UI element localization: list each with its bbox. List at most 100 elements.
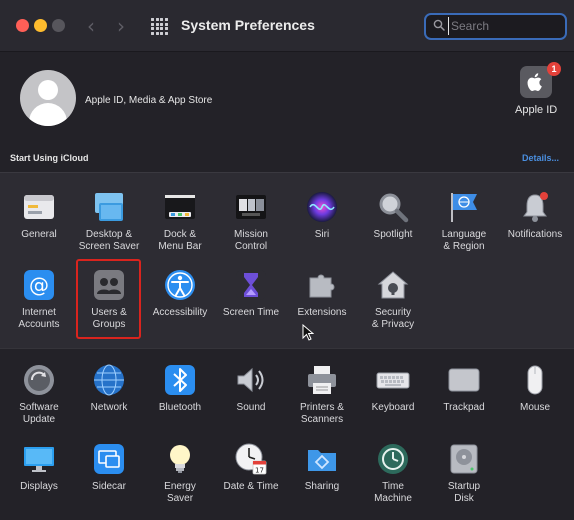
- software-update-icon: [24, 365, 54, 395]
- pref-label: Extensions: [297, 307, 347, 318]
- minimize-window-button[interactable]: [34, 19, 47, 32]
- pref-label: Desktop & Screen Saver: [78, 229, 140, 252]
- avatar[interactable]: [20, 70, 76, 126]
- pref-label: Security & Privacy: [371, 307, 415, 330]
- trackpad-icon: [448, 368, 480, 392]
- mouse-icon: [527, 365, 543, 395]
- pref-internet-accounts[interactable]: @ Internet Accounts: [3, 268, 75, 331]
- pref-general[interactable]: General: [3, 190, 75, 241]
- pref-label: Notifications: [507, 229, 563, 240]
- network-icon: [94, 364, 124, 396]
- search-field[interactable]: [424, 13, 567, 40]
- startup-disk-icon: [450, 444, 478, 474]
- sidecar-icon: [94, 444, 124, 474]
- pref-label: Mouse: [519, 402, 550, 413]
- pref-displays[interactable]: Displays: [3, 442, 75, 493]
- general-icon: [24, 195, 54, 219]
- screen-time-icon: [236, 270, 266, 300]
- accessibility-icon: [165, 270, 195, 300]
- titlebar: ‹ › System Preferences: [0, 0, 574, 52]
- pref-label: Keyboard: [371, 402, 415, 413]
- pref-label: Time Machine: [374, 481, 412, 504]
- sharing-icon: [308, 450, 336, 471]
- sound-icon: [237, 367, 264, 393]
- pref-mission-control[interactable]: Mission Control: [215, 190, 287, 253]
- pref-language-region[interactable]: Language & Region: [428, 190, 500, 253]
- pref-startup-disk[interactable]: Startup Disk: [428, 442, 500, 505]
- pref-label: Bluetooth: [158, 402, 202, 413]
- printers-icon: [308, 366, 336, 394]
- pref-trackpad[interactable]: Trackpad: [428, 363, 500, 414]
- pref-sound[interactable]: Sound: [215, 363, 287, 414]
- pref-bluetooth[interactable]: Bluetooth: [144, 363, 216, 414]
- apple-id-media-label[interactable]: Apple ID, Media & App Store: [85, 95, 212, 106]
- account-section: Apple ID, Media & App Store 1 Apple ID S…: [0, 52, 574, 172]
- pref-sharing[interactable]: Sharing: [286, 442, 358, 493]
- siri-icon: [307, 192, 337, 222]
- pref-label: Energy Saver: [164, 481, 196, 504]
- pref-label: Language & Region: [441, 229, 487, 252]
- pref-screen-time[interactable]: Screen Time: [215, 268, 287, 319]
- pref-notifications[interactable]: Notifications: [499, 190, 571, 241]
- keyboard-icon: [376, 372, 410, 389]
- pref-energy-saver[interactable]: Energy Saver: [144, 442, 216, 505]
- apple-id-label[interactable]: Apple ID: [515, 104, 557, 116]
- pref-time-machine[interactable]: Time Machine: [357, 442, 429, 505]
- forward-arrow-icon[interactable]: ›: [117, 14, 125, 38]
- pref-network[interactable]: Network: [73, 363, 145, 414]
- language-region-icon: [451, 193, 477, 222]
- pref-extensions[interactable]: Extensions: [286, 268, 358, 319]
- start-using-icloud-label: Start Using iCloud: [10, 153, 89, 163]
- pref-label: Network: [90, 402, 128, 413]
- search-icon: [433, 19, 445, 31]
- pref-security-privacy[interactable]: Security & Privacy: [357, 268, 429, 331]
- pref-spotlight[interactable]: Spotlight: [357, 190, 429, 241]
- pref-label: Startup Disk: [447, 481, 481, 504]
- spotlight-icon: [379, 193, 409, 223]
- desktop-icon: [95, 193, 123, 221]
- dock-icon: [165, 195, 195, 219]
- pref-dock-menu-bar[interactable]: Dock & Menu Bar: [144, 190, 216, 253]
- pref-accessibility[interactable]: Accessibility: [144, 268, 216, 319]
- notification-badge: 1: [547, 62, 561, 76]
- details-link[interactable]: Details...: [522, 153, 559, 163]
- calendar-day-number: 17: [255, 467, 264, 475]
- pref-label: Spotlight: [373, 229, 413, 240]
- energy-saver-icon: [170, 445, 190, 473]
- pref-sidecar[interactable]: Sidecar: [73, 442, 145, 493]
- pref-label: Sound: [236, 402, 266, 413]
- pref-desktop-screen-saver[interactable]: Desktop & Screen Saver: [73, 190, 145, 253]
- pref-label: Sidecar: [92, 481, 126, 492]
- pref-label: Sharing: [304, 481, 340, 492]
- pref-label: Screen Time: [222, 307, 280, 318]
- pref-siri[interactable]: Siri: [286, 190, 358, 241]
- mouse-cursor-icon: [302, 324, 314, 341]
- pref-label: Internet Accounts: [18, 307, 60, 330]
- pref-label: Trackpad: [443, 402, 485, 413]
- back-arrow-icon[interactable]: ‹: [87, 14, 95, 38]
- pref-keyboard[interactable]: Keyboard: [357, 363, 429, 414]
- search-input[interactable]: [448, 17, 560, 35]
- close-window-button[interactable]: [16, 19, 29, 32]
- pref-label: Dock & Menu Bar: [158, 229, 202, 252]
- pref-mouse[interactable]: Mouse: [499, 363, 571, 414]
- system-preferences-window: ‹ › System Preferences Apple ID, Media &…: [0, 0, 574, 520]
- date-time-icon: 17: [235, 443, 267, 475]
- pref-label: Mission Control: [234, 229, 268, 252]
- pref-date-time[interactable]: 17 Date & Time: [215, 442, 287, 493]
- pref-label: General: [21, 229, 57, 240]
- pref-label: Displays: [20, 481, 58, 492]
- pref-software-update[interactable]: Software Update: [3, 363, 75, 426]
- pref-label: Siri: [314, 229, 330, 240]
- bluetooth-icon: [165, 365, 195, 395]
- users-groups-highlight-box: [76, 259, 141, 339]
- notifications-icon: [523, 192, 548, 222]
- pref-label: Printers & Scanners: [300, 402, 344, 425]
- pref-label: Date & Time: [223, 481, 279, 492]
- mission-control-icon: [236, 195, 266, 219]
- pref-printers-scanners[interactable]: Printers & Scanners: [286, 363, 358, 426]
- pref-label: Software Update: [19, 402, 59, 425]
- show-all-grid-icon[interactable]: [151, 18, 169, 36]
- zoom-window-button[interactable]: [52, 19, 65, 32]
- extensions-icon: [309, 274, 335, 298]
